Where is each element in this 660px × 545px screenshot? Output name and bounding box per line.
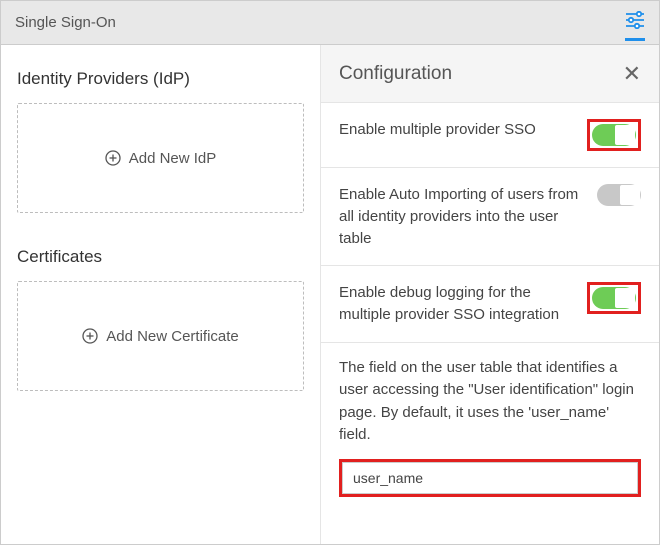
auto-import-toggle[interactable] [597,184,641,206]
config-panel: Configuration ✕ Enable multiple provider… [321,45,659,544]
settings-icon[interactable] [625,11,645,41]
body: Identity Providers (IdP) Add New IdP Cer… [1,45,659,544]
debug-log-label: Enable debug logging for the multiple pr… [339,282,577,326]
debug-log-toggle[interactable] [592,287,636,309]
user-field-input[interactable] [342,462,638,494]
debug-log-toggle-highlight [587,282,641,314]
user-field-input-highlight [339,459,641,497]
config-title: Configuration [339,63,452,85]
row-debug-log: Enable debug logging for the multiple pr… [321,266,659,343]
multi-sso-toggle[interactable] [592,124,636,146]
cert-section-title: Certificates [17,247,304,267]
multi-sso-toggle-highlight [587,119,641,151]
auto-import-label: Enable Auto Importing of users from all … [339,184,587,249]
row-multi-sso: Enable multiple provider SSO [321,103,659,168]
multi-sso-label: Enable multiple provider SSO [339,119,577,141]
config-header: Configuration ✕ [321,45,659,103]
row-auto-import: Enable Auto Importing of users from all … [321,168,659,266]
close-icon[interactable]: ✕ [623,61,641,87]
idp-section-title: Identity Providers (IdP) [17,69,304,89]
user-field-desc: The field on the user table that identif… [321,343,659,457]
auto-import-toggle-wrap [597,184,641,206]
add-cert-label: Add New Certificate [106,328,239,345]
add-cert-button[interactable]: Add New Certificate [17,281,304,391]
page-title: Single Sign-On [15,14,116,31]
add-idp-button[interactable]: Add New IdP [17,103,304,213]
plus-icon [105,150,121,166]
plus-icon [82,328,98,344]
add-idp-label: Add New IdP [129,150,217,167]
page-header: Single Sign-On [1,1,659,45]
left-panel: Identity Providers (IdP) Add New IdP Cer… [1,45,321,544]
